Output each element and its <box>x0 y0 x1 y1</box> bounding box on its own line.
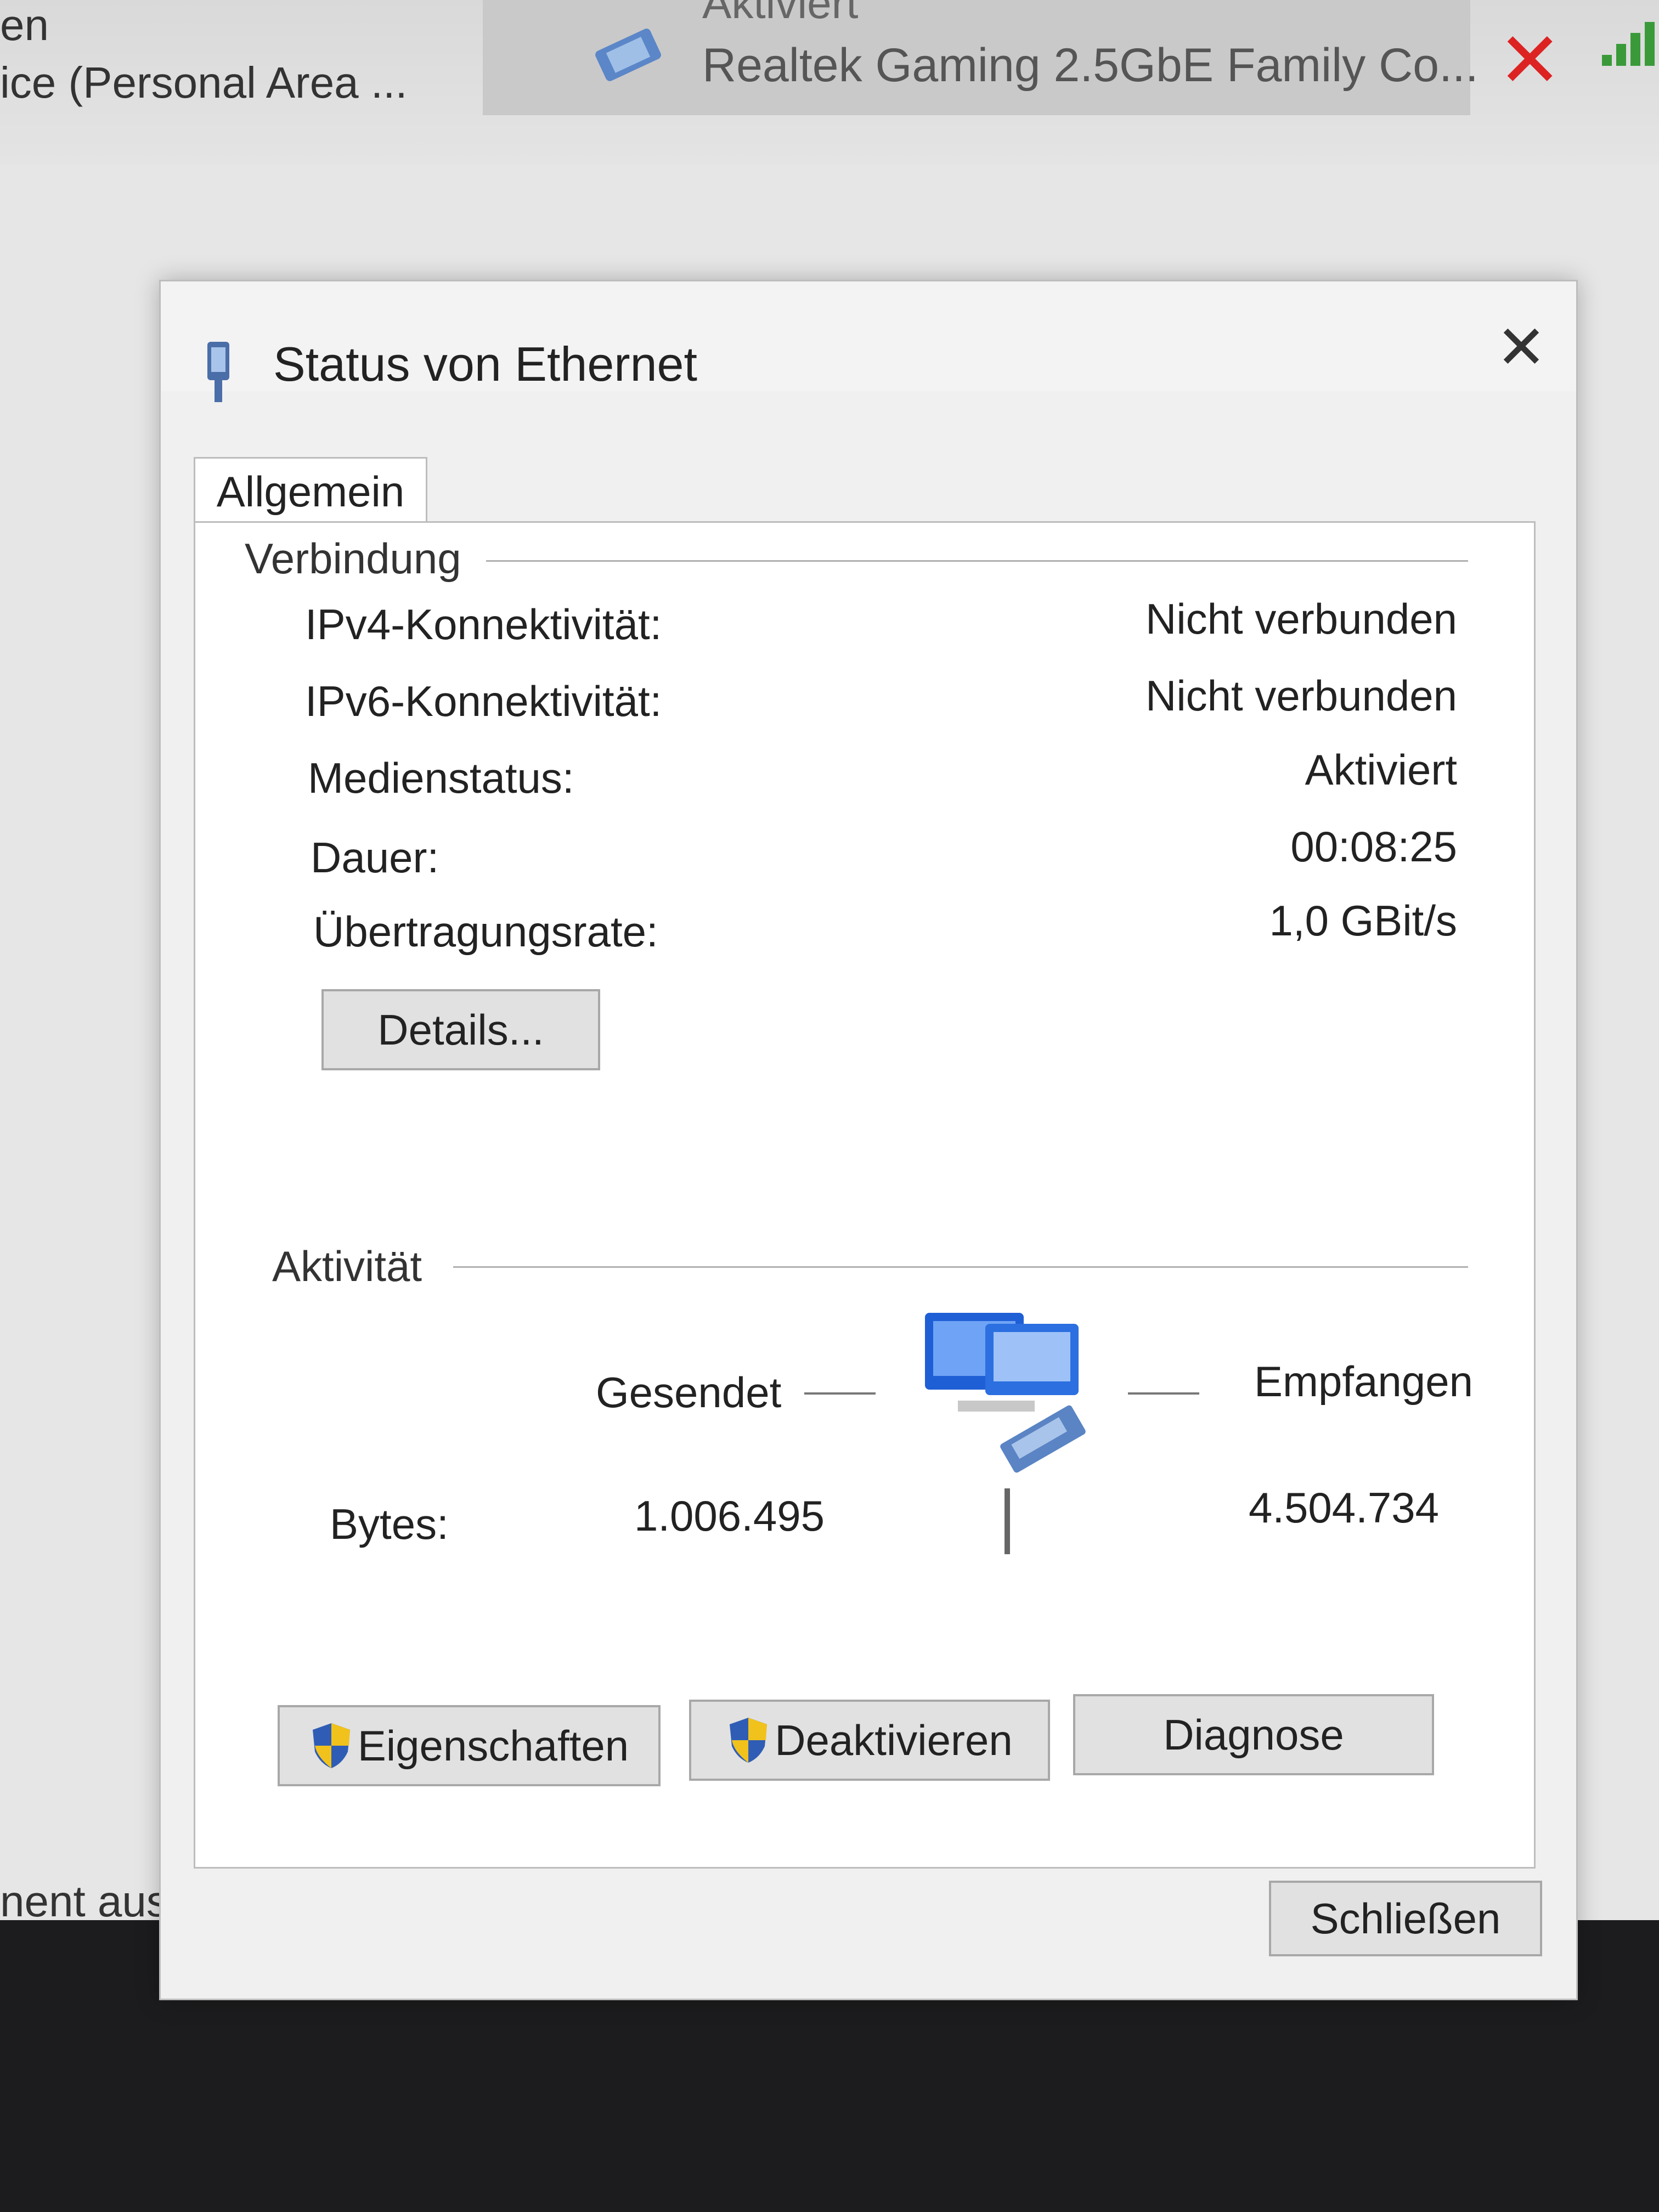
received-label: Empfangen <box>1254 1357 1473 1406</box>
disable-button-label: Deaktivieren <box>775 1716 1013 1764</box>
details-button[interactable]: Details... <box>321 989 600 1070</box>
properties-button[interactable]: Eigenschaften <box>278 1705 661 1786</box>
dialog-title: Status von Ethernet <box>273 337 697 391</box>
transfer-rate-value: 1,0 GBit/s <box>1269 896 1457 945</box>
media-status-label: Medienstatus: <box>308 754 574 802</box>
properties-button-label: Eigenschaften <box>357 1721 629 1770</box>
bytes-received-value: 4.504.734 <box>1249 1483 1440 1532</box>
background-text: en <box>0 1 49 49</box>
title-bar: Status von Ethernet ✕ <box>161 281 1576 402</box>
general-panel: Verbindung IPv4-Konnektivität: Nicht ver… <box>194 521 1536 1869</box>
activity-divider <box>1005 1488 1010 1554</box>
uac-shield-icon <box>730 1718 768 1763</box>
disconnected-x-icon: ✕ <box>1498 17 1562 103</box>
received-line <box>1128 1392 1199 1395</box>
duration-value: 00:08:25 <box>1290 822 1457 871</box>
ipv6-label: IPv6-Konnektivität: <box>305 677 662 725</box>
media-status-value: Aktiviert <box>1305 746 1457 794</box>
uac-shield-icon <box>312 1723 350 1768</box>
transfer-rate-label: Übertragungsrate: <box>313 907 658 956</box>
ipv4-label: IPv4-Konnektivität: <box>305 600 662 648</box>
sent-line <box>804 1392 876 1395</box>
background-device-name: ice (Personal Area ... <box>0 58 408 107</box>
duration-label: Dauer: <box>311 833 439 882</box>
background-adapter-item[interactable]: Aktiviert Realtek Gaming 2.5GbE Family C… <box>483 0 1479 115</box>
ethernet-icon <box>207 342 229 402</box>
ipv6-value: Nicht verbunden <box>1145 672 1457 720</box>
adapter-name: Realtek Gaming 2.5GbE Family Co... <box>702 39 1479 92</box>
connection-group-title: Verbindung <box>245 534 461 583</box>
diagnose-button[interactable]: Diagnose <box>1073 1694 1434 1775</box>
bytes-label: Bytes: <box>330 1500 449 1548</box>
network-adapter-icon <box>595 29 661 81</box>
bytes-sent-value: 1.006.495 <box>634 1492 825 1540</box>
activity-group-divider <box>453 1266 1468 1268</box>
activity-group-title: Aktivität <box>272 1242 422 1290</box>
disable-button[interactable]: Deaktivieren <box>689 1700 1050 1781</box>
network-activity-icon <box>925 1313 1086 1473</box>
adapter-status: Aktiviert <box>702 0 859 27</box>
ethernet-status-dialog: Status von Ethernet ✕ Allgemein Verbindu… <box>159 280 1578 2000</box>
tab-general[interactable]: Allgemein <box>194 457 427 524</box>
connection-group-divider <box>486 560 1468 562</box>
close-button[interactable]: Schließen <box>1269 1881 1542 1956</box>
close-icon[interactable]: ✕ <box>1488 314 1554 381</box>
signal-bars-icon <box>1602 22 1655 66</box>
sent-label: Gesendet <box>596 1368 782 1417</box>
ipv4-value: Nicht verbunden <box>1145 595 1457 643</box>
